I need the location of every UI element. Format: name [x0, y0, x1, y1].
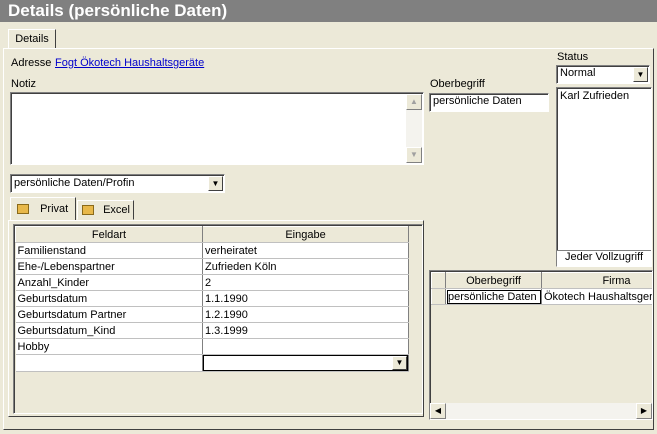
fields-grid: Feldart Eingabe Familienstand verheirate… — [15, 226, 409, 372]
tab-privat-label: Privat — [40, 203, 69, 215]
table-row[interactable]: persönliche Daten Ökotech Haushaltsgerät… — [431, 288, 652, 305]
cell-oberbegriff[interactable]: persönliche Daten — [445, 288, 542, 305]
notiz-textarea[interactable]: ▲ ▼ — [10, 92, 424, 165]
cell-feldart: Geburtsdatum Partner — [15, 306, 203, 323]
cell-feldart-new — [15, 354, 203, 372]
chevron-down-icon[interactable]: ▼ — [392, 356, 407, 370]
tab-privat[interactable]: Privat — [10, 197, 76, 221]
notiz-label: Notiz — [11, 78, 37, 90]
table-row[interactable]: Anzahl_Kinder 2 — [15, 274, 409, 291]
row-selector-header — [431, 272, 446, 289]
cell-eingabe[interactable]: 1.1.1990 — [202, 290, 409, 307]
table-row[interactable]: Familienstand verheiratet — [15, 242, 409, 259]
scroll-up-icon[interactable]: ▲ — [406, 94, 422, 110]
table-row[interactable]: Hobby — [15, 338, 409, 355]
status-list-footer: Jeder Vollzugriff — [557, 250, 651, 266]
profile-select[interactable]: persönliche Daten/Profin ▼ — [10, 174, 225, 193]
cell-firma[interactable]: Ökotech Haushaltsgeräte — [541, 288, 652, 305]
cell-eingabe[interactable] — [202, 338, 409, 355]
oberbegriff-label: Oberbegriff — [430, 78, 485, 90]
cell-feldart: Geburtsdatum — [15, 290, 203, 307]
chevron-down-icon[interactable]: ▼ — [633, 67, 648, 82]
cell-feldart: Familienstand — [15, 242, 203, 259]
table-row[interactable]: Geburtsdatum 1.1.1990 — [15, 290, 409, 307]
adresse-link[interactable]: Fogt Ökotech Haushaltsgeräte — [55, 57, 204, 69]
tab-excel[interactable]: Excel — [77, 200, 134, 220]
row-selector[interactable] — [431, 288, 446, 305]
cell-feldart: Geburtsdatum_Kind — [15, 322, 203, 339]
scroll-left-icon[interactable]: ◀ — [430, 403, 446, 419]
table-row[interactable]: Ehe-/Lebenspartner Zufrieden Köln — [15, 258, 409, 275]
cell-eingabe[interactable]: Zufrieden Köln — [202, 258, 409, 275]
notiz-scrollbar[interactable]: ▲ ▼ — [406, 94, 422, 163]
cell-feldart: Anzahl_Kinder — [15, 274, 203, 291]
status-select[interactable]: Normal ▼ — [556, 65, 650, 84]
cell-feldart: Hobby — [15, 338, 203, 355]
horizontal-scrollbar[interactable]: ◀ ▶ — [430, 403, 652, 419]
tab-excel-label: Excel — [103, 204, 130, 216]
header-firma[interactable]: Firma — [541, 272, 652, 289]
table-row[interactable]: Geburtsdatum_Kind 1.3.1999 — [15, 322, 409, 339]
tab-details[interactable]: Details — [8, 29, 56, 49]
table-row-new[interactable]: ▼ — [15, 354, 409, 372]
status-selected: Normal — [560, 67, 596, 79]
adresse-label: Adresse — [11, 57, 52, 69]
fields-table: Feldart Eingabe Familienstand verheirate… — [13, 224, 423, 414]
cell-eingabe[interactable]: 1.3.1999 — [202, 322, 409, 339]
chevron-down-icon[interactable]: ▼ — [208, 176, 223, 191]
details-window: Details (persönliche Daten) Details Adre… — [0, 0, 657, 434]
profile-selected: persönliche Daten/Profin — [14, 177, 135, 189]
status-list-item[interactable]: Karl Zufrieden — [557, 88, 651, 104]
scroll-down-icon[interactable]: ▼ — [406, 147, 422, 163]
folder-icon — [17, 204, 29, 215]
status-label: Status — [557, 51, 589, 63]
cell-feldart: Ehe-/Lebenspartner — [15, 258, 203, 275]
right-table: Oberbegriff Firma persönliche Daten Ökot… — [429, 270, 653, 420]
header-oberbegriff[interactable]: Oberbegriff — [445, 272, 542, 289]
header-feldart[interactable]: Feldart — [15, 226, 203, 243]
cell-eingabe-dropdown[interactable]: ▼ — [202, 354, 409, 372]
oberbegriff-value: persönliche Daten — [433, 95, 522, 107]
right-grid: Oberbegriff Firma persönliche Daten Ökot… — [431, 272, 652, 305]
oberbegriff-field[interactable]: persönliche Daten — [429, 93, 549, 112]
window-title: Details (persönliche Daten) — [0, 0, 657, 22]
scroll-right-icon[interactable]: ▶ — [636, 403, 652, 419]
table-row[interactable]: Geburtsdatum Partner 1.2.1990 — [15, 306, 409, 323]
cell-eingabe[interactable]: verheiratet — [202, 242, 409, 259]
cell-eingabe[interactable]: 2 — [202, 274, 409, 291]
cell-eingabe[interactable]: 1.2.1990 — [202, 306, 409, 323]
header-eingabe[interactable]: Eingabe — [202, 226, 409, 243]
folder-icon — [82, 205, 94, 216]
status-list[interactable]: Karl Zufrieden Jeder Vollzugriff — [556, 87, 652, 267]
tab-details-label: Details — [15, 33, 49, 45]
